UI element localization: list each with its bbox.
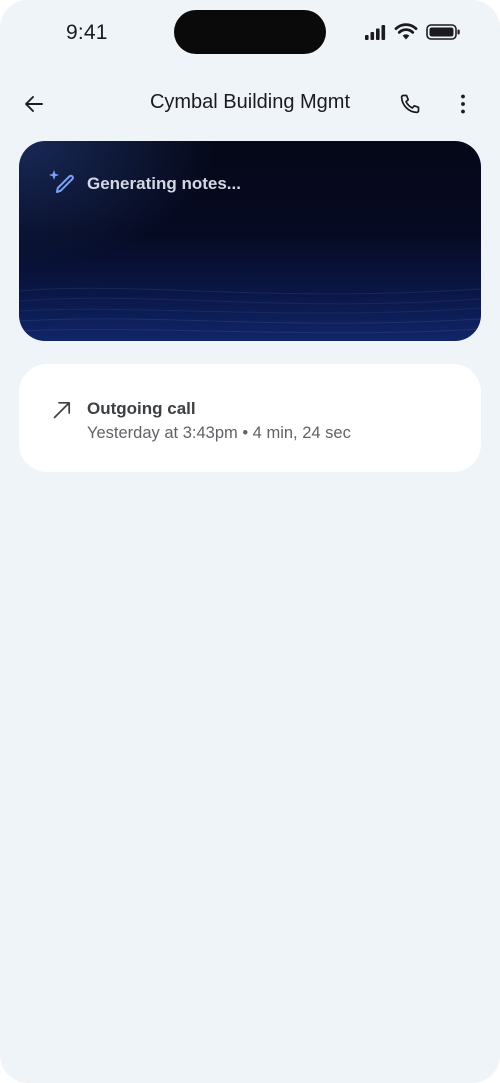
phone-icon <box>400 94 420 114</box>
more-options-button[interactable] <box>441 82 485 126</box>
phone-screen: 9:41 Cymbal Building Mgmt Generating not… <box>0 0 500 1083</box>
generating-notes-card: Generating notes... <box>19 141 481 341</box>
battery-icon <box>426 24 460 40</box>
call-details-card[interactable]: Outgoing call Yesterday at 3:43pm • 4 mi… <box>19 364 481 472</box>
top-app-bar: Cymbal Building Mgmt <box>0 78 500 130</box>
generating-notes-label: Generating notes... <box>87 174 241 193</box>
outgoing-arrow-icon <box>53 401 71 419</box>
call-button[interactable] <box>388 82 432 126</box>
status-bar: 9:41 <box>0 0 500 66</box>
wave-background <box>19 287 481 334</box>
status-time: 9:41 <box>66 21 108 44</box>
page-title: Cymbal Building Mgmt <box>149 91 351 113</box>
call-details-text: Yesterday at 3:43pm • 4 min, 24 sec <box>87 424 351 442</box>
call-type-label: Outgoing call <box>87 399 196 418</box>
more-vert-icon <box>461 94 465 114</box>
back-button[interactable] <box>12 82 56 126</box>
wifi-icon <box>394 23 418 40</box>
dynamic-island <box>174 10 326 54</box>
sparkle-pen-icon <box>49 170 74 193</box>
signal-icon <box>365 25 386 40</box>
back-arrow-icon <box>25 96 43 112</box>
